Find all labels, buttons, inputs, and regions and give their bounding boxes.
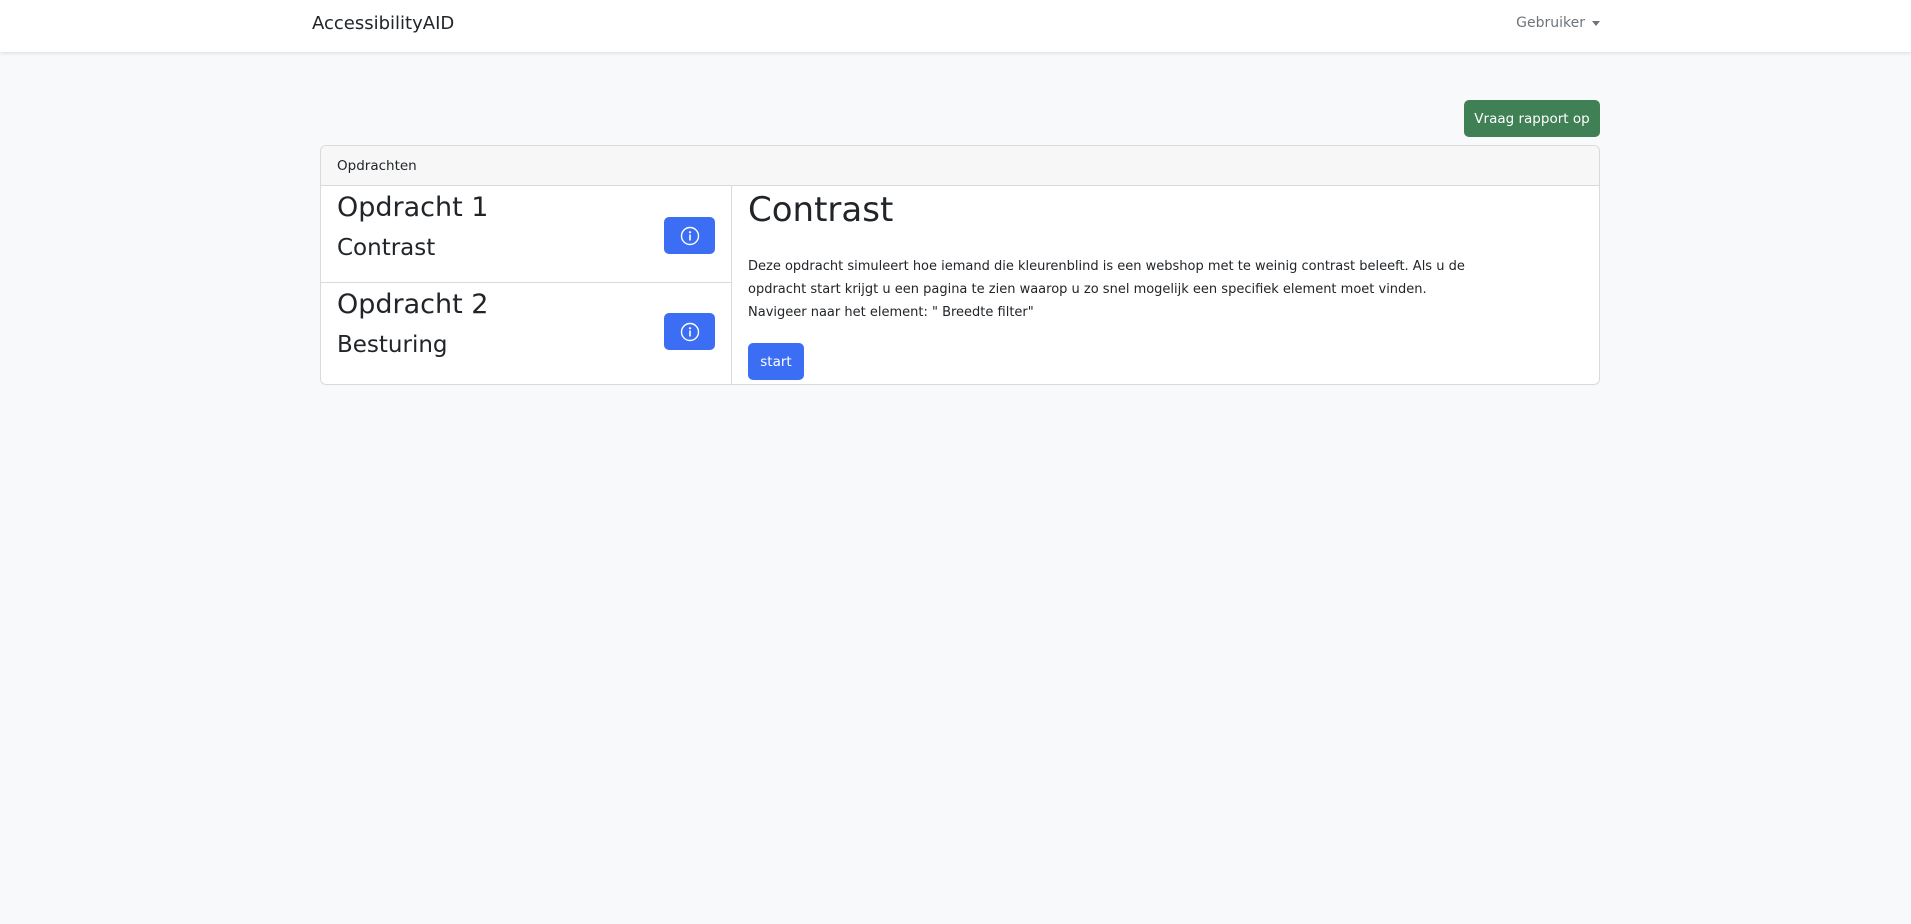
start-button[interactable]: start (748, 343, 804, 380)
user-dropdown[interactable]: Gebruiker (1516, 15, 1600, 31)
task-subtitle: Besturing (337, 332, 448, 358)
info-icon (680, 226, 699, 245)
detail-description: Deze opdracht simuleert hoe iemand die k… (748, 259, 1465, 297)
task-item-1[interactable]: Opdracht 1 Contrast (321, 186, 731, 283)
task-1-info-button[interactable] (664, 217, 715, 254)
caret-down-icon (1592, 21, 1600, 26)
task-title: Opdracht 1 (337, 192, 489, 223)
task-detail-panel: Contrast Deze opdracht simuleert hoe iem… (732, 186, 1599, 384)
task-item-2[interactable]: Opdracht 2 Besturing (321, 283, 731, 383)
task-subtitle: Contrast (337, 235, 436, 261)
detail-title: Contrast (748, 190, 894, 230)
request-report-button[interactable]: Vraag rapport op (1464, 100, 1600, 137)
card-header: Opdrachten (321, 146, 1599, 186)
tasks-card: Opdrachten Opdracht 1 Contrast Opdracht … (320, 145, 1600, 385)
info-icon (680, 322, 699, 341)
task-title: Opdracht 2 (337, 289, 489, 320)
detail-navigation-instruction: Navigeer naar het element: " Breedte fil… (748, 305, 1034, 320)
top-navbar: AccessibilityAID Gebruiker (0, 0, 1911, 52)
task-list: Opdracht 1 Contrast Opdracht 2 Besturing (321, 186, 732, 384)
brand-link[interactable]: AccessibilityAID (312, 13, 454, 34)
task-2-info-button[interactable] (664, 313, 715, 350)
user-menu-label: Gebruiker (1516, 15, 1585, 31)
